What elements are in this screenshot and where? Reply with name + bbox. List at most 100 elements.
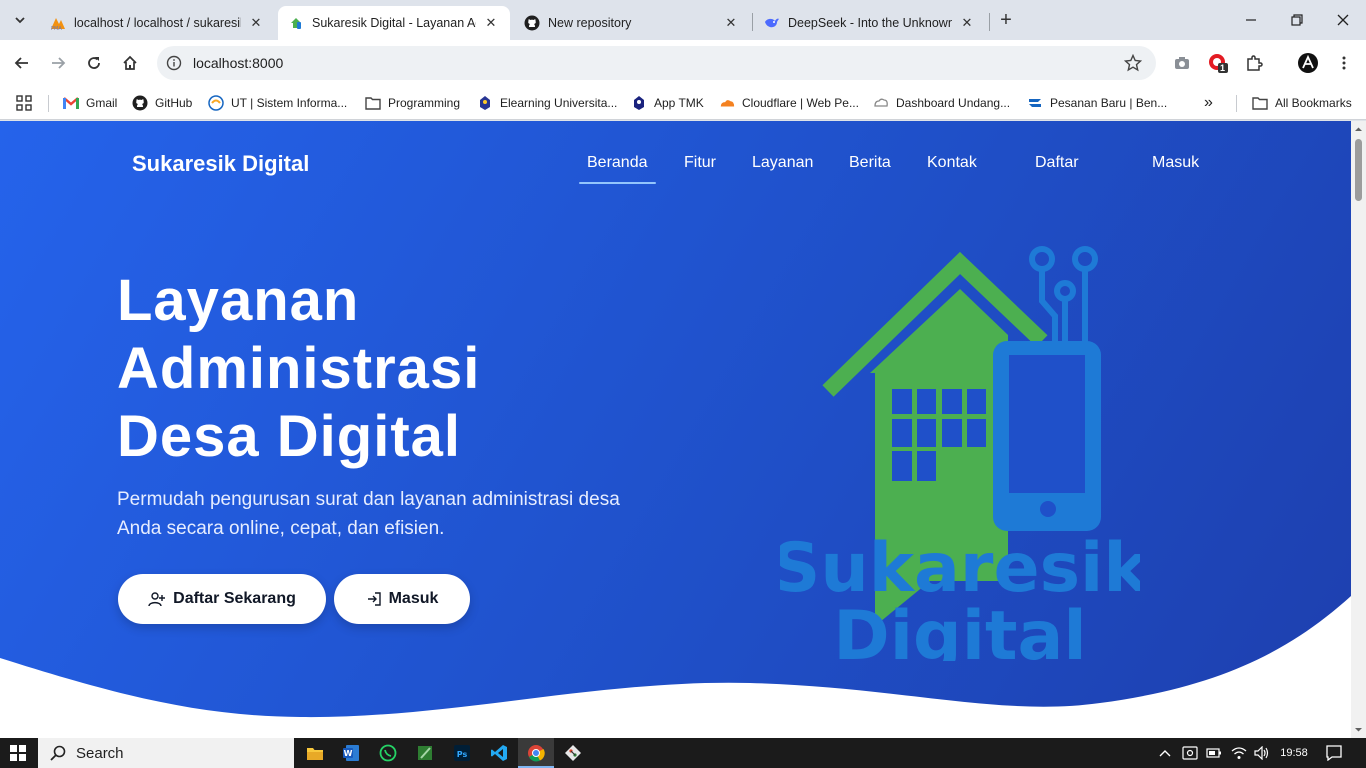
apps-grid-icon <box>16 95 32 111</box>
tab-search-button[interactable] <box>7 7 33 33</box>
home-button[interactable] <box>116 49 144 77</box>
avatar-icon <box>1298 53 1318 73</box>
tray-app-icon[interactable] <box>1180 738 1200 768</box>
file-explorer-icon[interactable] <box>297 738 333 768</box>
git-icon[interactable] <box>555 738 591 768</box>
page-scrollbar[interactable] <box>1351 121 1366 738</box>
extension-button[interactable]: 1 <box>1204 49 1232 77</box>
ut-icon <box>208 95 224 111</box>
close-icon[interactable]: ✕ <box>247 14 265 32</box>
search-icon <box>50 745 66 761</box>
hero-wave-divider <box>0 596 1351 738</box>
bookmark-label: Programming <box>388 96 461 110</box>
scroll-up-icon[interactable] <box>1354 125 1363 134</box>
bookmarks-bar: Gmail GitHub UT | Sistem Informa... Prog… <box>0 86 1366 120</box>
minimize-button[interactable] <box>1228 0 1274 40</box>
hero-section: Sukaresik Digital Beranda Fitur Layanan … <box>0 121 1351 738</box>
all-bookmarks-button[interactable]: All Bookmarks <box>1252 92 1352 114</box>
github-icon <box>524 15 540 31</box>
extensions-menu-button[interactable] <box>1240 49 1268 77</box>
bookmark-programming[interactable]: Programming <box>365 92 460 114</box>
clock[interactable]: 19:58 <box>1276 738 1312 768</box>
nav-fitur[interactable]: Fitur <box>684 154 716 172</box>
bookmark-gmail[interactable]: Gmail <box>63 92 117 114</box>
back-button[interactable] <box>8 49 36 77</box>
address-bar[interactable]: localhost:8000 <box>157 46 1156 80</box>
plus-icon: + <box>1000 8 1012 31</box>
close-icon[interactable]: ✕ <box>958 14 976 32</box>
notepad-icon[interactable] <box>407 738 443 768</box>
tab-title: New repository <box>548 16 632 30</box>
bookmark-pesanan[interactable]: Pesanan Baru | Ben... <box>1027 92 1167 114</box>
restore-button[interactable] <box>1274 0 1320 40</box>
profile-button[interactable] <box>1294 49 1322 77</box>
bookmark-elearning[interactable]: Elearning Universita... <box>477 92 617 114</box>
site-icon <box>288 15 304 31</box>
taskbar-search[interactable]: Search <box>38 738 294 768</box>
vscode-icon[interactable] <box>481 738 517 768</box>
hero-subtitle: Permudah pengurusan surat dan layanan ad… <box>117 489 620 539</box>
nav-layanan[interactable]: Layanan <box>752 154 813 172</box>
tab-phpmyadmin[interactable]: PMA localhost / localhost / sukaresik ✕ <box>40 6 275 40</box>
scroll-down-icon[interactable] <box>1354 725 1363 734</box>
hero-title-line: Layanan <box>117 268 360 333</box>
nav-masuk[interactable]: Masuk <box>1152 154 1199 172</box>
hero-title-line: Desa Digital <box>117 404 461 469</box>
dashboard-icon <box>873 95 889 111</box>
page-viewport: Sukaresik Digital Beranda Fitur Layanan … <box>0 121 1351 738</box>
info-icon[interactable] <box>166 55 182 71</box>
arrow-left-icon <box>14 57 28 69</box>
new-tab-button[interactable]: + <box>994 8 1018 32</box>
forward-button[interactable] <box>44 49 72 77</box>
nav-kontak[interactable]: Kontak <box>927 154 977 172</box>
close-icon[interactable]: ✕ <box>722 14 740 32</box>
site-brand[interactable]: Sukaresik Digital <box>132 151 309 177</box>
reload-button[interactable] <box>80 49 108 77</box>
browser-toolbar: localhost:8000 1 <box>0 40 1366 86</box>
bookmark-github[interactable]: GitHub <box>132 92 192 114</box>
chevron-down-icon <box>15 17 25 24</box>
bookmark-app-tmk[interactable]: App TMK <box>631 92 704 114</box>
chrome-icon[interactable] <box>518 738 554 768</box>
nav-berita[interactable]: Berita <box>849 154 891 172</box>
chevron-up-icon <box>1159 750 1171 757</box>
extension-badge: 1 <box>1220 63 1226 73</box>
tab-sukaresik[interactable]: Sukaresik Digital - Layanan Administrasi… <box>278 6 510 40</box>
tray-overflow-button[interactable] <box>1156 738 1174 768</box>
nav-daftar[interactable]: Daftar <box>1035 154 1079 172</box>
word-icon[interactable]: W <box>333 738 369 768</box>
apps-button[interactable] <box>16 92 32 114</box>
notification-icon <box>1326 745 1342 761</box>
bookmark-dashboard[interactable]: Dashboard Undang... <box>873 92 1010 114</box>
nav-beranda[interactable]: Beranda <box>579 154 655 184</box>
tab-github[interactable]: New repository ✕ <box>514 6 750 40</box>
close-window-button[interactable] <box>1320 0 1366 40</box>
wifi-icon[interactable] <box>1229 738 1249 768</box>
url-text[interactable]: localhost:8000 <box>193 55 283 71</box>
bookmark-cloudflare[interactable]: Cloudflare | Web Pe... <box>719 92 859 114</box>
tab-separator <box>752 13 753 31</box>
github-icon <box>132 95 148 111</box>
volume-icon[interactable] <box>1252 738 1272 768</box>
close-icon[interactable]: ✕ <box>482 14 500 32</box>
screenshot-button[interactable] <box>1168 49 1196 77</box>
notifications-button[interactable] <box>1320 738 1348 768</box>
tab-title: localhost / localhost / sukaresik <box>74 16 241 30</box>
folder-icon <box>365 95 381 111</box>
close-icon <box>1337 14 1349 26</box>
divider <box>48 95 49 112</box>
photoshop-icon[interactable]: Ps <box>444 738 480 768</box>
windows-start-icon[interactable] <box>10 745 26 761</box>
tab-deepseek[interactable]: DeepSeek - Into the Unknown ✕ <box>754 6 986 40</box>
scroll-thumb[interactable] <box>1355 139 1362 201</box>
browser-menu-button[interactable] <box>1330 49 1358 77</box>
reload-icon <box>88 57 100 69</box>
star-icon[interactable] <box>1124 54 1142 72</box>
bookmark-ut[interactable]: UT | Sistem Informa... <box>208 92 347 114</box>
whatsapp-icon[interactable] <box>370 738 406 768</box>
more-bookmarks-button[interactable]: » <box>1204 92 1213 114</box>
app-icon <box>631 95 647 111</box>
phpmyadmin-icon: PMA <box>50 15 66 31</box>
deepseek-icon <box>764 15 780 31</box>
battery-icon[interactable] <box>1204 738 1224 768</box>
